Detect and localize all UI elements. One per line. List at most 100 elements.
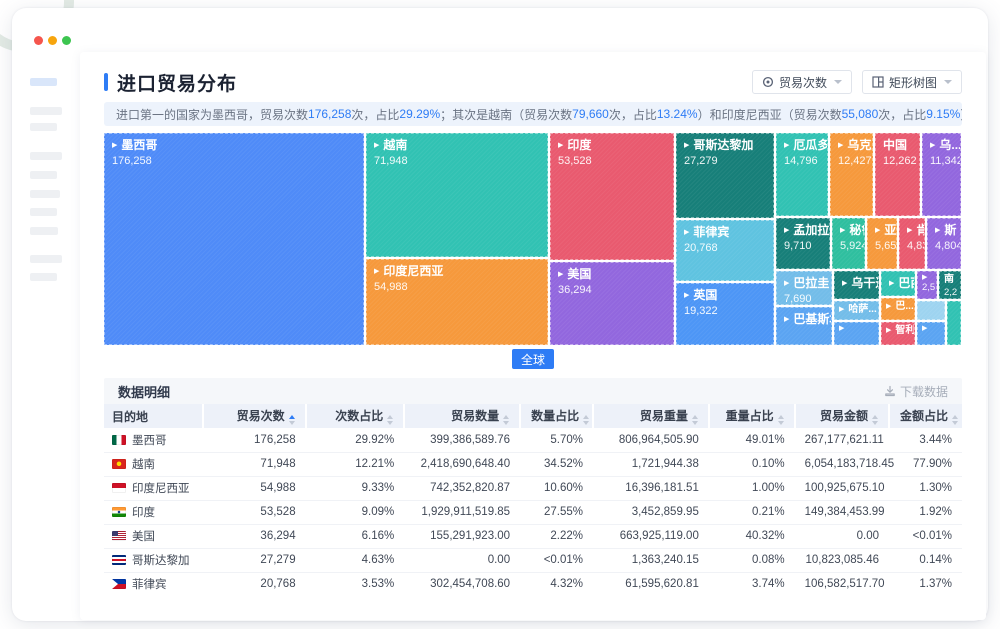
table-row[interactable]: 墨西哥176,25829.92%399,386,589.765.70%806,9… (104, 428, 962, 452)
treemap-cell[interactable]: ▶巴... (881, 298, 915, 320)
sort-icon[interactable] (387, 415, 393, 425)
treemap-cell-label: 肯 (916, 224, 925, 238)
sort-icon[interactable] (289, 415, 295, 425)
sidebar-item-active[interactable] (30, 78, 57, 86)
drilldown-arrow-icon: ▶ (930, 142, 935, 149)
treemap-cell-label: 乌... (939, 139, 961, 153)
treemap-cell-label: 墨西哥 (121, 139, 157, 153)
sort-icon[interactable] (503, 415, 509, 425)
treemap-cell[interactable]: 南2,2 (939, 271, 961, 299)
sidebar-item[interactable] (30, 123, 57, 131)
treemap-cell[interactable]: ▶厄瓜多尔14,796 (776, 133, 828, 216)
treemap-cell[interactable]: ▶肯4,836 (899, 218, 925, 269)
treemap-cell[interactable]: ▶印度53,528 (550, 133, 674, 260)
sidebar-item[interactable] (30, 255, 62, 263)
treemap-cell[interactable]: ▶越南71,948 (366, 133, 548, 257)
treemap-cell[interactable]: ▶哥斯达黎加27,279 (676, 133, 774, 218)
drilldown-arrow-icon: ▶ (558, 271, 563, 278)
table-row[interactable]: 印度尼西亚54,9889.33%742,352,820.8710.60%16,3… (104, 476, 962, 500)
sidebar-item[interactable] (30, 171, 57, 179)
treemap-cell[interactable]: ▶乌克兰12,427 (830, 133, 873, 216)
treemap-cell[interactable]: ▶菲律宾20,768 (676, 220, 774, 281)
treemap-cell[interactable]: ▶乌干达 (834, 271, 879, 299)
treemap-cell[interactable]: ▶秘鲁5,924 (832, 218, 865, 269)
treemap-cell-labelline: ▶越南 (374, 139, 540, 153)
treemap-cell[interactable]: ▶印度尼西亚54,988 (366, 259, 548, 345)
treemap-cell[interactable]: 中国12,262 (875, 133, 920, 216)
download-data-link[interactable]: 下载数据 (884, 383, 948, 400)
treemap-cell-label: 印度尼西亚 (383, 265, 443, 279)
value-cell-3: 2.22% (520, 524, 593, 548)
column-header-3[interactable]: 贸易数量 (404, 404, 520, 428)
column-header-label: 贸易次数 (237, 409, 285, 423)
treemap-cell[interactable]: ▶美国36,294 (550, 262, 674, 345)
sidebar-item[interactable] (30, 273, 57, 281)
column-header-4[interactable]: 数量占比 (520, 404, 593, 428)
column-header-8[interactable]: 金额占比 (889, 404, 962, 428)
treemap-cell[interactable]: ▶孟加拉国9,710 (776, 218, 830, 269)
main-panel: 进口贸易分布 贸易次数 矩形树图 (80, 52, 986, 620)
treemap-cell[interactable]: ▶智利 (881, 322, 915, 345)
table-row[interactable]: 印度53,5289.09%1,929,911,519.8527.55%3,452… (104, 500, 962, 524)
treemap-cell[interactable]: ▶哈萨... (834, 301, 879, 320)
treemap-cell[interactable] (917, 301, 945, 320)
treemap-cell[interactable]: ▶巴拉圭7,690 (776, 271, 832, 305)
treemap-cell[interactable]: ▶ (834, 322, 879, 345)
download-icon (884, 385, 896, 397)
treemap-cell[interactable]: ▶墨西哥176,258 (104, 133, 364, 345)
chart-type-dropdown[interactable]: 矩形树图 (862, 70, 962, 94)
destination-label: 越南 (132, 459, 155, 471)
value-cell-0: 27,279 (203, 548, 306, 572)
table-row[interactable]: 美国36,2946.16%155,291,923.002.22%663,925,… (104, 524, 962, 548)
treemap-cell[interactable]: ▶英国19,322 (676, 283, 774, 345)
table-row[interactable]: 菲律宾20,7683.53%302,454,708.604.32%61,595,… (104, 572, 962, 596)
treemap-cell[interactable]: ▶斯4,804 (927, 218, 961, 269)
treemap-cell-labelline: ▶ (922, 274, 932, 281)
value-cell-2: 155,291,923.00 (404, 524, 520, 548)
app-window: 进口贸易分布 贸易次数 矩形树图 (12, 8, 988, 621)
treemap-cell-value: 11,342 (930, 155, 953, 167)
sort-icon[interactable] (872, 415, 878, 425)
value-cell-5: 1.00% (709, 476, 795, 500)
treemap-cell-label: 秘鲁 (849, 224, 865, 238)
sidebar-item[interactable] (30, 227, 58, 235)
treemap-cell[interactable]: ▶2,5 (917, 271, 937, 299)
treemap-cell[interactable] (947, 301, 961, 345)
sort-icon[interactable] (778, 415, 784, 425)
destination-label: 哥斯达黎加 (132, 555, 190, 567)
drilldown-arrow-icon: ▶ (842, 280, 847, 287)
table-row[interactable]: 越南71,94812.21%2,418,690,648.4034.52%1,72… (104, 452, 962, 476)
breadcrumb-global-button[interactable]: 全球 (512, 349, 554, 369)
treemap-cell[interactable]: ▶巴西 (881, 271, 915, 296)
column-header-5[interactable]: 贸易重量 (593, 404, 709, 428)
metric-dropdown[interactable]: 贸易次数 (752, 70, 852, 94)
column-header-6[interactable]: 重量占比 (709, 404, 795, 428)
treemap-cell[interactable]: ▶巴基斯坦 (776, 307, 832, 345)
treemap-cell-value: 36,294 (558, 284, 666, 296)
treemap-cell[interactable]: ▶ 乌... 11,342 (922, 133, 961, 216)
column-header-7[interactable]: 贸易金额 (795, 404, 889, 428)
value-cell-4: 1,363,240.15 (593, 548, 709, 572)
drilldown-arrow-icon: ▶ (684, 142, 689, 149)
column-header-2[interactable]: 次数占比 (306, 404, 405, 428)
sidebar-skeleton (12, 8, 80, 621)
column-header-1[interactable]: 贸易次数 (203, 404, 306, 428)
treemap-cell[interactable]: ▶亚5,650 (867, 218, 897, 269)
value-cell-7: 1.37% (889, 572, 962, 596)
destination-cell: 墨西哥 (104, 428, 203, 452)
sort-up-caret (872, 415, 878, 419)
sort-icon[interactable] (583, 415, 589, 425)
treemap-cell-value: 2,2 (944, 287, 956, 298)
sidebar-item[interactable] (30, 152, 62, 160)
chart-type-dropdown-label: 矩形树图 (889, 74, 937, 91)
sort-icon[interactable] (952, 415, 958, 425)
sidebar-item[interactable] (30, 107, 62, 115)
table-row[interactable]: 哥斯达黎加27,2794.63%0.00<0.01%1,363,240.150.… (104, 548, 962, 572)
sidebar-item[interactable] (30, 190, 60, 198)
drilldown-arrow-icon: ▶ (839, 306, 844, 313)
treemap-cell-labelline: ▶乌干达 (842, 277, 871, 291)
treemap-cell[interactable]: ▶ (917, 322, 945, 345)
value-cell-7: 0.14% (889, 548, 962, 572)
sort-icon[interactable] (692, 415, 698, 425)
sidebar-item[interactable] (30, 208, 57, 216)
